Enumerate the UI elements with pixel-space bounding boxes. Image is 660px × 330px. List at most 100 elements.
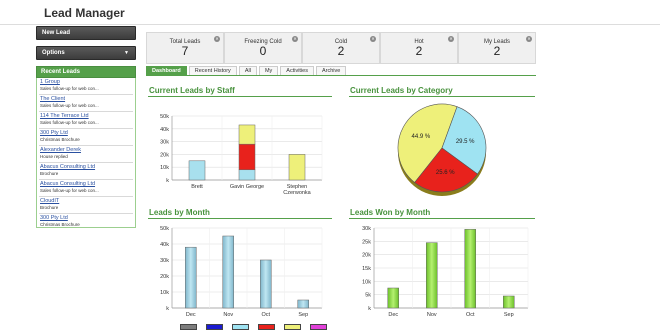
recent-lead-link[interactable]: 114 The Terrace Ltd	[40, 112, 133, 120]
bar	[297, 299, 309, 309]
divider	[349, 96, 535, 97]
recent-lead-link[interactable]: 300 Pty Ltd	[40, 214, 133, 222]
bar	[222, 235, 234, 309]
x-tick-label: Sep	[504, 312, 514, 318]
bar	[238, 143, 256, 171]
month-chart-title: Leads by Month	[149, 208, 210, 217]
close-icon[interactable]: ✕	[292, 36, 298, 42]
y-tick-label: 50k	[160, 226, 169, 232]
stat-value: 2	[415, 44, 423, 58]
recent-lead-link[interactable]: Alexander Derek	[40, 146, 133, 154]
tab-my[interactable]: My	[258, 66, 279, 75]
recent-lead-desc: Brochure	[40, 205, 59, 210]
top-bar: Lead Manager	[0, 0, 660, 25]
legend-item	[310, 324, 327, 330]
x-tick-label: Nov	[427, 312, 437, 318]
legend-swatch	[206, 324, 223, 330]
legend-item	[258, 324, 275, 330]
legend-swatch	[258, 324, 275, 330]
pie-label: 44.9 %	[412, 134, 431, 140]
x-tick-label: Gavin George	[230, 184, 264, 190]
tab-activities[interactable]: Activities	[280, 66, 314, 75]
list-item[interactable]: The Client Sales follow-up for web con...	[39, 95, 133, 112]
stat-value: 7	[181, 44, 189, 58]
tab-bar: Dashboard Recent History All My Activiti…	[146, 66, 536, 76]
won-chart: k 5k 10k 15k 20k 25k 30k Dec Nov Oct Sep	[362, 226, 529, 318]
y-tick-label: 20k	[362, 253, 371, 259]
y-tick-label: 5k	[365, 293, 371, 299]
list-item[interactable]: 1 Group Sales follow-up for web con...	[39, 78, 133, 95]
recent-lead-desc: Sales follow-up for web con...	[40, 188, 99, 193]
x-tick-label: Czerwonka	[283, 190, 311, 196]
legend-item	[180, 324, 197, 330]
new-lead-button[interactable]: New Lead	[36, 26, 136, 40]
stat-tile-freezing[interactable]: Freezing Cold 0 ✕	[224, 32, 302, 64]
list-item[interactable]: 300 Pty Ltd Christmas Brochure	[39, 214, 133, 230]
close-icon[interactable]: ✕	[448, 36, 454, 42]
list-item[interactable]: Abacus Consulting Ltd Brochure	[39, 163, 133, 180]
bar	[426, 242, 438, 309]
list-item[interactable]: 300 Pty Ltd Christmas Brochure	[39, 129, 133, 146]
stat-value: 2	[337, 44, 345, 58]
legend-swatch	[310, 324, 327, 330]
tab-recent-history[interactable]: Recent History	[188, 66, 237, 75]
recent-lead-desc: Christmas Brochure	[40, 137, 80, 142]
x-tick-label: Brett	[191, 184, 203, 190]
recent-lead-link[interactable]: CloudIT	[40, 197, 133, 205]
staff-chart-title: Current Leads by Staff	[149, 86, 235, 95]
legend-swatch	[232, 324, 249, 330]
tab-archive[interactable]: Archive	[315, 66, 347, 75]
list-item[interactable]: Alexander Derek House replied	[39, 146, 133, 163]
legend-item	[284, 324, 301, 330]
bar	[503, 295, 515, 309]
month-chart: k 10k 20k 30k 40k 50k Dec Nov Oct Sep	[160, 226, 323, 318]
recent-lead-desc: Sales follow-up for web con...	[40, 86, 99, 91]
bar	[260, 259, 272, 309]
close-icon[interactable]: ✕	[370, 36, 376, 42]
tab-all[interactable]: All	[238, 66, 257, 75]
y-tick-label: 10k	[160, 290, 169, 296]
recent-lead-link[interactable]: 1 Group	[40, 78, 133, 86]
won-chart-title: Leads Won by Month	[350, 208, 431, 217]
recent-lead-link[interactable]: Abacus Consulting Ltd	[40, 180, 133, 188]
divider	[148, 218, 332, 219]
caret-down-icon: ▼	[124, 50, 129, 56]
y-tick-label: 50k	[160, 114, 169, 120]
y-tick-label: 10k	[160, 165, 169, 171]
y-tick-label: 30k	[160, 258, 169, 264]
stat-value: 0	[259, 44, 267, 58]
recent-lead-link[interactable]: The Client	[40, 95, 133, 103]
list-item[interactable]: 114 The Terrace Ltd Sales follow-up for w…	[39, 112, 133, 129]
x-tick-label: Dec	[186, 312, 196, 318]
x-tick-label: Nov	[223, 312, 233, 318]
stat-tile-my[interactable]: My Leads 2 ✕	[458, 32, 536, 64]
close-icon[interactable]: ✕	[214, 36, 220, 42]
bar	[238, 169, 256, 181]
stat-tile-hot[interactable]: Hot 2 ✕	[380, 32, 458, 64]
recent-lead-link[interactable]: 300 Pty Ltd	[40, 129, 133, 137]
stat-tile-cold[interactable]: Cold 2 ✕	[302, 32, 380, 64]
list-item[interactable]: Abacus Consulting Ltd Sales follow-up for…	[39, 180, 133, 197]
recent-lead-desc: Christmas Brochure	[40, 222, 80, 227]
x-tick-label: Oct	[261, 312, 270, 318]
recent-lead-desc: House replied	[40, 154, 68, 159]
x-tick-label: Sep	[298, 312, 308, 318]
options-dropdown[interactable]: Options ▼	[36, 46, 136, 60]
app-title: Lead Manager	[44, 6, 125, 20]
divider	[349, 218, 535, 219]
legend-item	[206, 324, 223, 330]
recent-leads-list: 1 Group Sales follow-up for web con... Th…	[36, 78, 136, 228]
category-pie: 44.9 % 29.5 % 25.6 %	[397, 103, 487, 196]
bar	[288, 154, 306, 181]
y-tick-label: 20k	[160, 152, 169, 158]
x-tick-label: Oct	[466, 312, 475, 318]
close-icon[interactable]: ✕	[526, 36, 532, 42]
y-tick-label: 25k	[362, 239, 371, 245]
stat-tile-total[interactable]: Total Leads 7 ✕	[146, 32, 224, 64]
bar	[464, 229, 476, 309]
legend-item	[232, 324, 249, 330]
recent-lead-link[interactable]: Abacus Consulting Ltd	[40, 163, 133, 171]
list-item[interactable]: CloudIT Brochure	[39, 197, 133, 214]
category-chart-title: Current Leads by Category	[350, 86, 453, 95]
tab-dashboard[interactable]: Dashboard	[146, 66, 187, 75]
